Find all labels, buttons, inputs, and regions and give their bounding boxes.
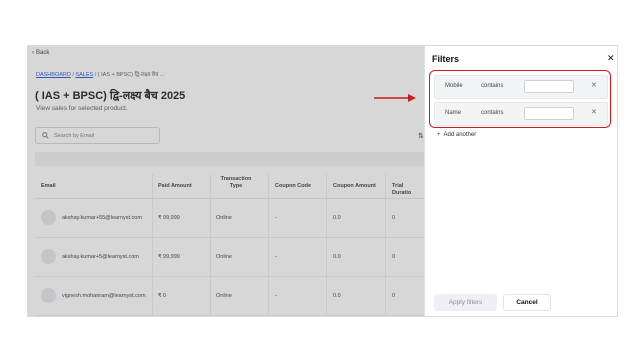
filters-panel: Filters ✕ Mobile contains ✕ Name contain…	[424, 46, 617, 316]
apply-filters-button[interactable]: Apply filters	[434, 294, 497, 311]
panel-title: Filters	[432, 54, 460, 64]
filter-value-input[interactable]	[524, 107, 574, 120]
filter-row-name: Name contains ✕	[434, 102, 608, 126]
remove-filter-icon[interactable]: ✕	[591, 81, 597, 89]
app-window: ‹ Back DASHBOARD / SALES / ( IAS + BPSC)…	[27, 45, 618, 317]
add-filter-button[interactable]: + Add another	[437, 132, 476, 138]
filter-field-label: Name	[445, 110, 462, 116]
filter-field-label: Mobile	[445, 83, 463, 89]
cancel-button[interactable]: Cancel	[503, 294, 551, 311]
modal-overlay[interactable]	[28, 46, 424, 316]
close-icon[interactable]: ✕	[607, 53, 615, 64]
filter-operator[interactable]: contains	[481, 110, 503, 116]
filter-operator[interactable]: contains	[481, 83, 503, 89]
add-filter-label: Add another	[443, 132, 477, 138]
annotation-arrow-icon	[374, 94, 416, 102]
remove-filter-icon[interactable]: ✕	[591, 108, 597, 116]
plus-icon: +	[437, 132, 441, 138]
filter-row-mobile: Mobile contains ✕	[434, 75, 608, 99]
sales-page: ‹ Back DASHBOARD / SALES / ( IAS + BPSC)…	[28, 46, 424, 316]
filter-value-input[interactable]	[524, 80, 574, 93]
